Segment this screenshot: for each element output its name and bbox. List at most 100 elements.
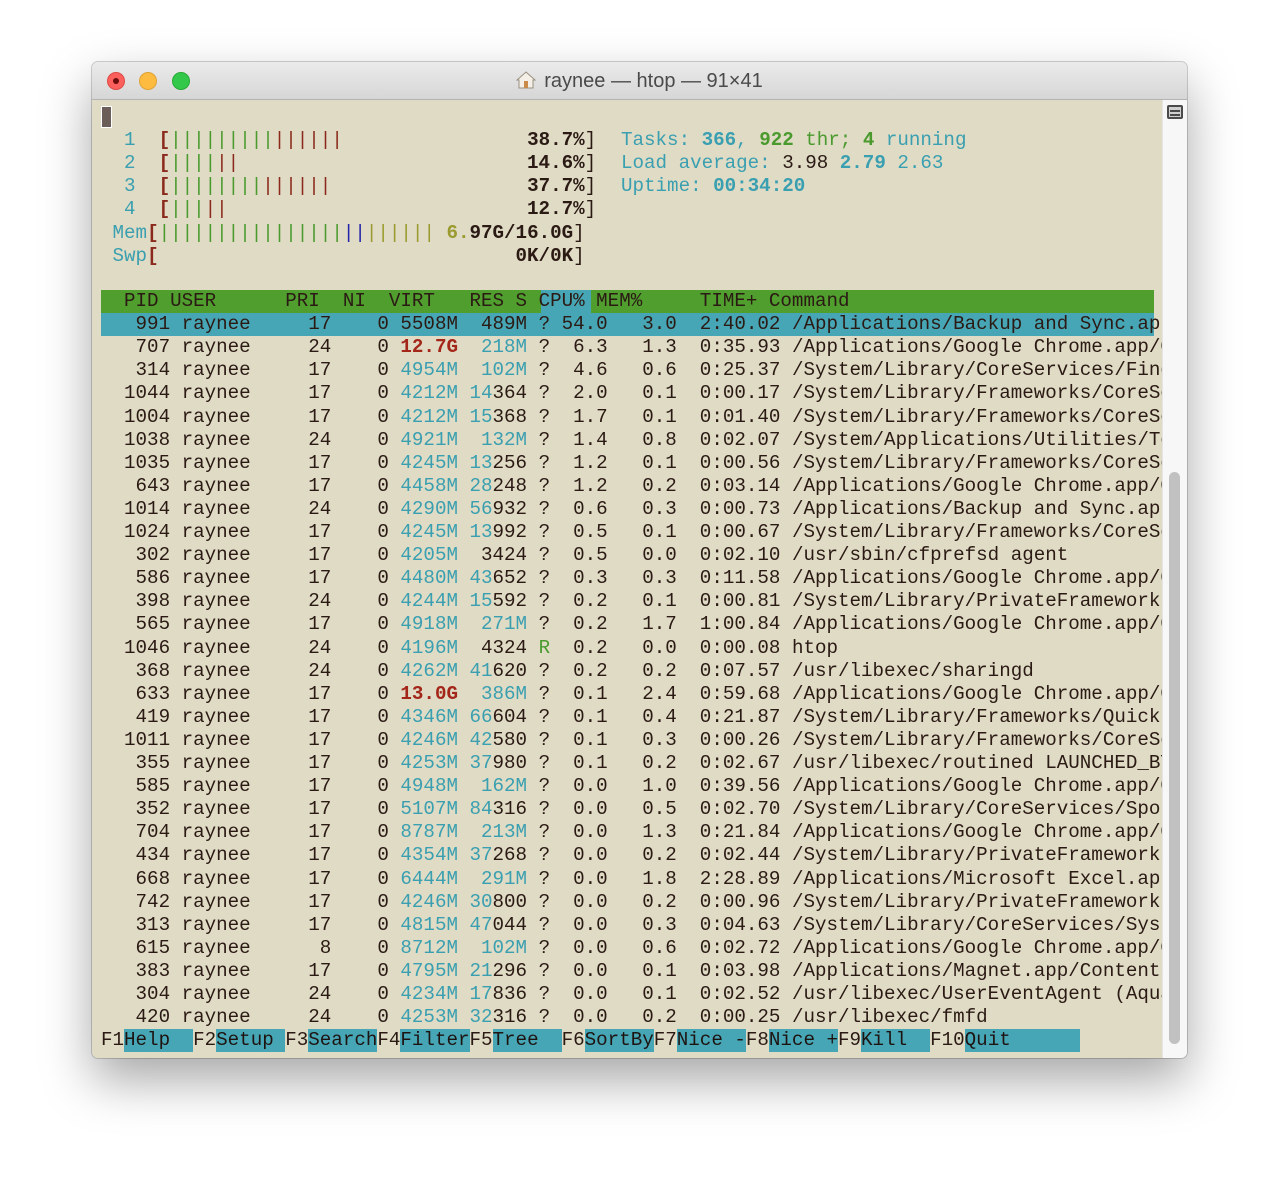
table-row[interactable]: 1024 raynee 17 0 4245M 13992 ? 0.5 0.1 0… [101,521,1183,544]
fkey-f10-button[interactable]: Quit [964,1029,1081,1052]
command: /Applications/Backup and Sync.app/ [791,313,1184,336]
table-row[interactable]: 707 raynee 24 0 12.7G 218M ? 6.3 1.3 0:3… [101,336,1184,359]
mem-text-prefix: 6. [446,221,470,244]
user: raynee [181,913,297,936]
fkey-f7-button[interactable]: Nice - [676,1029,746,1052]
table-row[interactable]: 304 raynee 24 0 4234M 17836 ? 0.0 0.1 0:… [101,983,1184,1006]
scrollbar[interactable] [1162,100,1187,1058]
column-header-pri[interactable]: PRI [274,290,320,312]
virt: 8787M [400,821,458,844]
table-row[interactable]: 314 raynee 17 0 4954M 102M ? 4.6 0.6 0:2… [101,359,1184,382]
res-units: 652 [492,567,528,590]
pid: 586 [101,567,182,590]
column-headers[interactable]: PID USER PRI NI VIRT RES S CPU% MEM% TIM… [101,290,850,313]
nice: 0 [342,936,401,959]
table-row[interactable]: 419 raynee 17 0 4346M 66604 ? 0.1 0.4 0:… [101,706,1184,729]
mem-bar-used: | [193,221,205,244]
table-row[interactable]: 565 raynee 17 0 4918M 271M ? 0.2 1.7 1:0… [101,613,1184,636]
table-row[interactable]: 368 raynee 24 0 4262M 41620 ? 0.2 0.2 0:… [101,660,1034,683]
res: 4324 [469,636,528,659]
fkey-f2-button[interactable]: Setup [216,1029,286,1052]
table-row[interactable]: 313 raynee 17 0 4815M 47044 ? 0.0 0.3 0:… [101,913,1184,937]
cpu-bar-kernel: | [285,129,297,152]
fkey-f9-button[interactable]: Kill [861,1029,931,1052]
table-row[interactable]: 586 raynee 17 0 4480M 43652 ? 0.3 0.3 0:… [101,567,1184,590]
table-row[interactable]: 355 raynee 17 0 4253M 37980 ? 0.1 0.2 0:… [101,752,1184,775]
fkey-f6-button[interactable]: SortBy [584,1029,654,1052]
column-header-pid[interactable]: PID [101,290,170,312]
mem-percent: 0.8 [619,428,689,451]
virt: 4262M [400,659,458,682]
command: /System/Library/Frameworks/CoreSer [791,728,1184,751]
pid: 314 [101,359,182,382]
table-row[interactable]: 398 raynee 24 0 4244M 15592 ? 0.2 0.1 0:… [101,590,1184,613]
column-header-time[interactable]: TIME+ [642,290,758,312]
res-thousands: 14 [469,382,493,405]
cpu-bar-kernel: | [227,152,240,175]
state: ? [538,844,551,867]
column-header-command[interactable]: Command [757,290,850,312]
cpu-bar-normal: | [193,198,205,221]
fkey-f4-button[interactable]: Filter [400,1029,470,1052]
table-row[interactable]: 302 raynee 17 0 4205M 3424 ? 0.5 0.0 0:0… [101,544,1069,567]
table-row[interactable]: 742 raynee 17 0 4246M 30800 ? 0.0 0.2 0:… [101,890,1184,914]
fkey-f1-button[interactable]: Help [124,1029,194,1052]
res-thousands: 30 [469,890,493,913]
virt: 12.7G [400,336,458,359]
table-row[interactable]: 633 raynee 17 0 13.0G 386M ? 0.1 2.4 0:5… [101,682,1184,706]
time: 0:02.70 [688,798,792,821]
cpu-percent: 1.2 [550,474,620,497]
virt: 4245M [400,521,458,543]
cpu-bar-kernel: | [308,175,320,198]
table-row[interactable]: 352 raynee 17 0 5107M 84316 ? 0.0 0.5 0:… [101,798,1184,821]
table-row[interactable]: 1038 raynee 24 0 4921M 132M ? 1.4 0.8 0:… [101,429,1183,452]
column-header-mem[interactable]: MEM% [585,290,642,312]
pid: 355 [101,752,182,774]
table-row[interactable]: 1044 raynee 17 0 4212M 14364 ? 2.0 0.1 0… [101,382,1183,405]
scrollbar-thumb[interactable] [1169,472,1180,1044]
htop-screen[interactable]: 1 [||||||||||||||| 38.7%] 2 [|||||| 14.6… [92,100,1183,1058]
state: R [538,636,551,659]
table-row[interactable]: 383 raynee 17 0 4795M 21296 ? 0.0 0.1 0:… [101,960,1184,983]
table-row[interactable]: 585 raynee 17 0 4948M 162M ? 0.0 1.0 0:3… [101,775,1184,798]
mem-percent: 1.8 [619,867,689,890]
table-row[interactable]: 668 raynee 17 0 6444M 291M ? 0.0 1.8 2:2… [101,867,1184,891]
cpu-percent: 0.1 [550,682,620,705]
column-header-s[interactable]: S [504,290,528,312]
column-header-cpu[interactable]: CPU% [527,290,585,312]
fkey-f8-number: F8 [745,1029,769,1051]
command: /Applications/Google Chrome.app/Co [791,936,1184,959]
pid: 1046 [101,636,182,659]
column-header-ni[interactable]: NI [320,290,366,312]
table-row[interactable]: 420 raynee 24 0 4253M 32316 ? 0.0 0.2 0:… [101,1006,988,1029]
column-header-user[interactable]: USER [170,290,274,312]
table-row[interactable]: 1011 raynee 17 0 4246M 42580 ? 0.1 0.3 0… [101,729,1183,752]
fkey-f3-button[interactable]: Search [308,1029,378,1052]
table-row[interactable]: 1004 raynee 17 0 4212M 15368 ? 1.7 0.1 0… [101,406,1183,429]
priority: 24 [296,336,343,359]
table-row[interactable]: 615 raynee 8 0 8712M 102M ? 0.0 0.6 0:02… [101,936,1184,960]
state: ? [538,405,551,428]
table-row[interactable]: 1014 raynee 24 0 4290M 56932 ? 0.6 0.3 0… [101,498,1183,521]
priority: 17 [296,775,343,798]
split-pane-icon[interactable] [1167,105,1183,119]
column-header-res[interactable]: RES [435,290,504,312]
command: /System/Library/Frameworks/CoreSer [791,405,1184,428]
priority: 8 [296,936,343,959]
bracket-close: ] [584,175,597,198]
table-row[interactable]: 1035 raynee 17 0 4245M 13256 ? 1.2 0.1 0… [101,452,1183,475]
column-header-virt[interactable]: VIRT [366,290,435,312]
fkey-f8-button[interactable]: Nice + [768,1029,838,1052]
cpu-percent: 0.6 [550,497,620,520]
time: 0:02.67 [688,752,792,774]
res-units: 268 [492,844,528,867]
table-row[interactable]: 643 raynee 17 0 4458M 28248 ? 1.2 0.2 0:… [101,474,1184,498]
table-row-selected[interactable]: 991 raynee 17 0 5508M 489M ? 54.0 3.0 2:… [101,313,1184,336]
table-row[interactable]: 704 raynee 17 0 8787M 213M ? 0.0 1.3 0:2… [101,821,1184,844]
table-row[interactable]: 434 raynee 17 0 4354M 37268 ? 0.0 0.2 0:… [101,844,1184,867]
cpu-percent: 0.0 [550,1006,620,1029]
fkey-f5-button[interactable]: Tree [492,1029,562,1052]
swap-text: 0K/0K [515,244,574,267]
table-row[interactable]: 1046 raynee 24 0 4196M 4324 R 0.2 0.0 0:… [101,637,838,660]
priority: 17 [296,913,343,936]
